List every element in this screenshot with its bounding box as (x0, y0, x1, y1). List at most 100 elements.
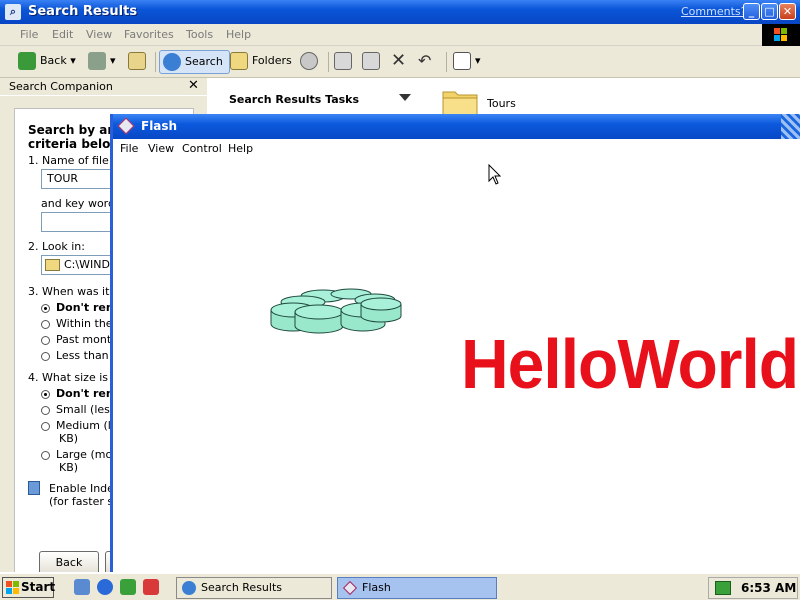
flash-window-title: Flash (141, 119, 178, 133)
flash-titlebar[interactable]: Flash (113, 114, 800, 139)
undo-icon: ↶ (418, 51, 432, 70)
taskbar-item-flash[interactable]: Flash (337, 577, 497, 599)
search-companion-header: Search Companion ✕ (0, 78, 207, 96)
flash-menu-control[interactable]: Control (182, 142, 222, 155)
radio-icon (41, 450, 50, 460)
window-title: Search Results (28, 4, 138, 19)
up-folder-button[interactable] (128, 50, 150, 74)
folders-icon (230, 52, 248, 70)
flash-window: Flash File View Control Help HelloWorld (110, 114, 800, 572)
folders-button[interactable]: Folders (230, 50, 292, 74)
copy-to-button[interactable] (362, 50, 384, 74)
search-label: Search (185, 55, 223, 68)
menu-favorites[interactable]: Favorites (124, 28, 174, 41)
flash-menubar: File View Control Help (113, 139, 800, 159)
move-to-button[interactable] (334, 50, 356, 74)
network-icon[interactable] (120, 579, 136, 595)
size-option-small[interactable]: Small (less (41, 403, 116, 416)
folder-label-tours[interactable]: Tours (487, 97, 516, 110)
back-button[interactable]: Back ▾ (18, 50, 76, 74)
delete-icon: ✕ (391, 50, 407, 71)
history-button[interactable] (300, 50, 322, 74)
windows-logo-icon (762, 24, 800, 46)
search-results-tasks-title[interactable]: Search Results Tasks (229, 93, 359, 106)
search-icon (163, 53, 181, 71)
search-button[interactable]: Search (159, 50, 230, 74)
flash-menu-view[interactable]: View (148, 142, 174, 155)
explorer-menubar: File Edit View Favorites Tools Help (0, 24, 800, 46)
back-label: Back (40, 54, 67, 67)
system-tray: 6:53 AM (708, 577, 798, 599)
taskbar-item-label: Flash (362, 581, 391, 594)
date-option-dont-remember[interactable]: Don't ren (41, 301, 114, 314)
move-to-icon (334, 52, 352, 70)
toolbar-divider (328, 52, 329, 72)
search-icon (182, 581, 196, 595)
start-label: Start (21, 580, 56, 594)
size-option-label: Don't ren (56, 387, 114, 400)
views-icon (453, 52, 471, 70)
clock[interactable]: 6:53 AM (741, 581, 796, 595)
undo-button[interactable]: ↶ (418, 50, 431, 74)
menu-help[interactable]: Help (226, 28, 251, 41)
date-option-less-than-year[interactable]: Less than a (41, 349, 119, 362)
date-option-label: Past month (56, 333, 119, 346)
minimize-button[interactable]: _ (743, 3, 760, 20)
toolbar-divider (155, 52, 156, 72)
radio-icon (41, 319, 50, 329)
desktop: ⌕ Search Results Comments? _ □ ✕ File Ed… (0, 0, 800, 600)
size-option-label: Small (less (56, 403, 116, 416)
search-window-icon: ⌕ (5, 4, 21, 20)
forward-button[interactable]: ▾ (88, 50, 116, 74)
date-option-within-week[interactable]: Within the (41, 317, 113, 330)
radio-icon (41, 405, 50, 415)
show-desktop-icon[interactable] (74, 579, 90, 595)
network-status-icon[interactable] (715, 581, 731, 595)
history-icon (300, 52, 318, 70)
size-option-label: Medium (le (56, 419, 118, 432)
taskbar: Start Search Results Flash 6:53 AM (0, 572, 800, 600)
chevron-down-icon[interactable] (399, 94, 411, 101)
look-in-label: 2. Look in: (28, 240, 85, 253)
flash-app-icon (117, 117, 135, 135)
mouse-cursor-icon (488, 164, 502, 185)
menu-file[interactable]: File (20, 28, 38, 41)
forward-arrow-icon (88, 52, 106, 70)
comments-link[interactable]: Comments? (681, 5, 746, 18)
titlebar-grip (781, 114, 800, 139)
hello-world-text: HelloWorld (461, 325, 799, 403)
menu-tools[interactable]: Tools (186, 28, 213, 41)
date-option-label: Within the (56, 317, 113, 330)
views-button[interactable]: ▾ (453, 50, 481, 74)
explorer-titlebar[interactable]: ⌕ Search Results Comments? _ □ ✕ (0, 0, 800, 24)
taskbar-item-label: Search Results (201, 581, 283, 594)
flash-app-icon (342, 580, 358, 596)
internet-explorer-icon[interactable] (97, 579, 113, 595)
windows-flag-icon (6, 581, 19, 594)
flash-menu-file[interactable]: File (120, 142, 138, 155)
delete-button[interactable]: ✕ (391, 50, 406, 74)
toolbar-divider (446, 52, 447, 72)
menu-view[interactable]: View (86, 28, 112, 41)
menu-edit[interactable]: Edit (52, 28, 73, 41)
maximize-button[interactable]: □ (761, 3, 778, 20)
folder-icon (45, 259, 60, 271)
size-option-large[interactable]: Large (mor (41, 448, 117, 461)
taskbar-item-search-results[interactable]: Search Results (176, 577, 332, 599)
close-pane-icon[interactable]: ✕ (188, 78, 199, 93)
close-button[interactable]: ✕ (779, 3, 796, 20)
flash-menu-help[interactable]: Help (228, 142, 253, 155)
search-companion-title: Search Companion (9, 80, 113, 93)
app-shortcut-icon[interactable] (143, 579, 159, 595)
size-option-label: Large (mor (56, 448, 117, 461)
size-option-large-unit: KB) (59, 461, 79, 474)
size-option-medium[interactable]: Medium (le (41, 419, 118, 432)
date-option-past-month[interactable]: Past month (41, 333, 118, 346)
start-button[interactable]: Start (2, 577, 56, 598)
folders-label: Folders (252, 54, 292, 67)
date-option-label: Don't ren (56, 301, 114, 314)
flash-flower-graphic (270, 288, 402, 334)
copy-to-icon (362, 52, 380, 70)
size-option-dont-remember[interactable]: Don't ren (41, 387, 114, 400)
indexing-icon (28, 481, 40, 495)
